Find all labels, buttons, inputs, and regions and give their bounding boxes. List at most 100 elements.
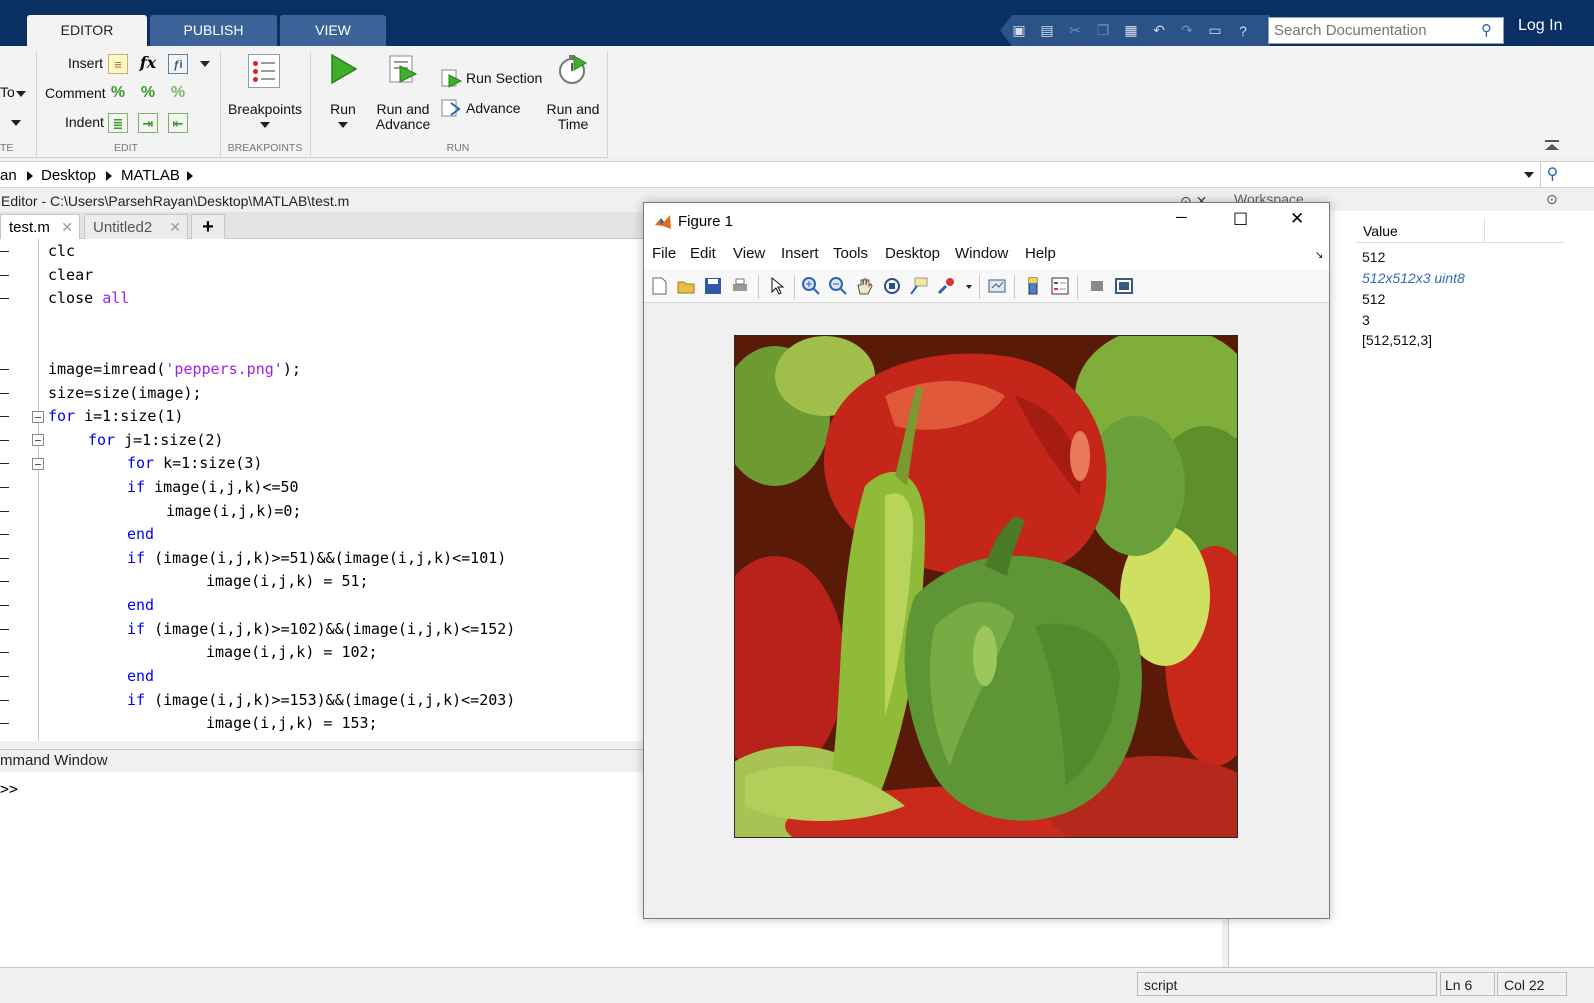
uncomment-icon[interactable]: % (138, 83, 158, 103)
data-cursor-icon[interactable] (909, 276, 929, 296)
insert-fi-icon[interactable]: ƒi (168, 54, 188, 74)
workspace-value[interactable]: 3 (1362, 312, 1370, 328)
run-icon[interactable] (326, 52, 360, 86)
brush-icon[interactable] (936, 276, 956, 296)
chevron-down-icon[interactable] (260, 122, 270, 128)
code-line-15[interactable]: image(i,j,k) = 51; (206, 570, 369, 593)
code-line-3[interactable]: close all (48, 287, 129, 310)
paste-icon[interactable]: ▦ (1120, 20, 1142, 42)
insert-label[interactable]: Insert (68, 55, 103, 71)
breadcrumb-desktop[interactable]: Desktop (41, 167, 96, 184)
code-line-14[interactable]: if (image(i,j,k)>=51)&&(image(i,j,k)<=10… (127, 547, 506, 570)
run-and-advance-icon[interactable] (386, 52, 420, 86)
rotate-3d-icon[interactable] (882, 276, 902, 296)
current-folder-bar[interactable]: an Desktop MATLAB ⚲ (0, 161, 1594, 188)
code-line-11[interactable]: if image(i,j,k)<=50 (127, 476, 299, 499)
comment-label[interactable]: Comment (45, 85, 106, 101)
breadcrumb-arrow-icon[interactable] (106, 171, 112, 181)
maximize-button[interactable]: ☐ (1233, 210, 1248, 230)
code-line-13[interactable]: end (127, 523, 154, 546)
save-icon[interactable]: ▤ (1036, 20, 1058, 42)
hide-plot-tools-icon[interactable] (1087, 276, 1107, 296)
search-documentation[interactable]: ⚲ (1268, 17, 1504, 44)
new-icon[interactable]: ▣ (1008, 20, 1030, 42)
chevron-down-icon[interactable] (16, 91, 26, 97)
search-folder-icon[interactable]: ⚲ (1540, 162, 1564, 187)
save-figure-icon[interactable] (703, 276, 723, 296)
code-line-16[interactable]: end (127, 594, 154, 617)
workspace-value[interactable]: 512 (1362, 249, 1385, 265)
go-to-label[interactable]: To (0, 84, 15, 100)
chevron-down-icon[interactable] (966, 285, 972, 289)
colorbar-icon[interactable] (1023, 276, 1043, 296)
tab-untitled2[interactable]: Untitled2 ✕ (84, 214, 188, 239)
menu-file[interactable]: File (652, 245, 676, 262)
smart-indent-icon[interactable]: ≣ (108, 113, 128, 133)
figure-title-bar[interactable]: Figure 1 ─ ☐ ✕ (644, 203, 1329, 241)
workspace-menu-icon[interactable]: ⊙ (1546, 191, 1558, 208)
menu-tools[interactable]: Tools (833, 245, 868, 262)
wrap-comments-icon[interactable]: % (168, 83, 188, 103)
copy-icon[interactable]: ❐ (1092, 20, 1114, 42)
menu-desktop[interactable]: Desktop (885, 245, 940, 262)
indent-label[interactable]: Indent (65, 114, 104, 130)
code-line-21[interactable]: image(i,j,k) = 153; (206, 712, 378, 735)
open-file-icon[interactable] (676, 276, 696, 296)
tab-view[interactable]: VIEW (280, 15, 386, 46)
workspace-column-header[interactable]: Value (1356, 219, 1564, 243)
breadcrumb-matlab[interactable]: MATLAB (121, 167, 180, 184)
figure-window[interactable]: Figure 1 ─ ☐ ✕ File Edit View Insert Too… (643, 202, 1330, 919)
chevron-down-icon[interactable] (11, 120, 21, 126)
edit-plot-icon[interactable] (767, 276, 787, 296)
menu-edit[interactable]: Edit (690, 245, 716, 262)
decrease-indent-icon[interactable]: ⇤ (168, 113, 188, 133)
legend-icon[interactable] (1050, 276, 1070, 296)
zoom-in-icon[interactable] (801, 276, 821, 296)
switch-windows-icon[interactable]: ▭ (1204, 20, 1226, 42)
chevron-down-icon[interactable] (200, 61, 210, 67)
search-input[interactable] (1269, 18, 1474, 43)
tab-test-m[interactable]: test.m ✕ (0, 214, 80, 239)
code-line-6[interactable]: image=imread('peppers.png'); (48, 358, 301, 381)
breadcrumb-user[interactable]: an (0, 167, 17, 184)
collapse-ribbon-icon[interactable] (1545, 140, 1561, 152)
tab-publish[interactable]: PUBLISH (150, 15, 277, 46)
login-link[interactable]: Log In (1518, 17, 1562, 35)
fold-toggle-icon[interactable] (32, 434, 44, 446)
menu-help[interactable]: Help (1025, 245, 1056, 262)
advance-icon[interactable] (441, 97, 463, 119)
breakpoints-icon[interactable] (248, 54, 280, 88)
close-tab-icon[interactable]: ✕ (169, 215, 181, 240)
code-line-17[interactable]: if (image(i,j,k)>=102)&&(image(i,j,k)<=1… (127, 618, 515, 641)
breadcrumb-arrow-icon[interactable] (187, 171, 193, 181)
workspace-value[interactable]: [512,512,3] (1362, 332, 1432, 348)
help-icon[interactable]: ? (1232, 20, 1254, 42)
run-and-advance-button[interactable]: Run and Advance (372, 102, 434, 132)
pan-icon[interactable] (855, 276, 875, 296)
cut-icon[interactable]: ✂ (1064, 20, 1086, 42)
new-figure-icon[interactable] (649, 276, 669, 296)
peppers-image[interactable] (734, 335, 1238, 838)
comment-icon[interactable]: % (108, 83, 128, 103)
code-line-18[interactable]: image(i,j,k) = 102; (206, 641, 378, 664)
close-button[interactable]: ✕ (1290, 209, 1304, 229)
run-section-icon[interactable] (441, 67, 463, 89)
fold-toggle-icon[interactable] (32, 458, 44, 470)
advance-button[interactable]: Advance (466, 100, 520, 116)
undo-icon[interactable]: ↶ (1148, 20, 1170, 42)
fold-toggle-icon[interactable] (32, 411, 44, 423)
insert-section-icon[interactable]: ≡ (108, 54, 128, 74)
workspace-value[interactable]: 512 (1362, 291, 1385, 307)
run-and-time-icon[interactable] (556, 52, 590, 86)
redo-icon[interactable]: ↷ (1176, 20, 1198, 42)
menu-window[interactable]: Window (955, 245, 1008, 262)
run-and-time-button[interactable]: Run and Time (540, 102, 606, 132)
minimize-button[interactable]: ─ (1176, 209, 1187, 226)
code-line-7[interactable]: size=size(image); (48, 382, 202, 405)
code-line-12[interactable]: image(i,j,k)=0; (166, 500, 301, 523)
increase-indent-icon[interactable]: ⇥ (138, 113, 158, 133)
close-tab-icon[interactable]: ✕ (61, 215, 73, 240)
code-line-10[interactable]: for k=1:size(3) (127, 452, 262, 475)
code-line-19[interactable]: end (127, 665, 154, 688)
breakpoints-button[interactable]: Breakpoints (225, 102, 305, 117)
